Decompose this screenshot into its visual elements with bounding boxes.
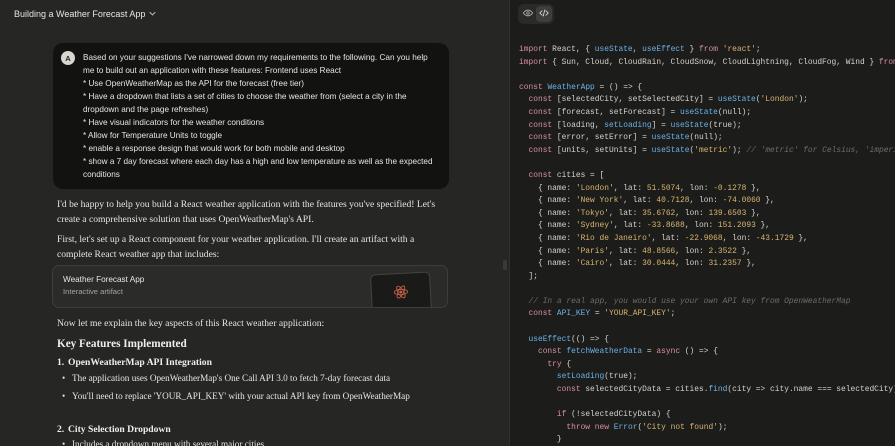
list-number: 1. <box>57 357 65 368</box>
preview-toggle-button[interactable] <box>520 6 536 22</box>
panel-resize-handle[interactable] <box>503 260 507 270</box>
user-message-line: * Have a dropdown that lists a set of ci… <box>83 92 407 114</box>
reply-paragraph: Now let me explain the key aspects of th… <box>57 318 325 329</box>
code-icon <box>539 5 549 23</box>
user-message-line: * enable a response design that would wo… <box>83 144 345 153</box>
user-message-line: * Use OpenWeatherMap as the API for the … <box>83 79 305 88</box>
code-block[interactable]: import React, { useState, useEffect } fr… <box>519 44 895 446</box>
code-line: { name: 'Rio de Janeiro', lat: -22.9068,… <box>519 233 808 243</box>
avatar: A <box>61 51 75 65</box>
code-line: } <box>519 435 562 445</box>
code-line: const [loading, setLoading] = useState(t… <box>528 120 742 130</box>
code-line: const fetchWeatherData = async () => { <box>537 347 718 357</box>
code-line: import { Sun, Cloud, CloudRain, CloudSno… <box>519 57 895 67</box>
user-message-line: * Allow for Temperature Units to toggle <box>83 131 223 140</box>
code-toggle-button[interactable] <box>536 6 552 22</box>
user-message-line: * show a 7 day forecast where each day h… <box>83 157 433 179</box>
chevron-down-icon <box>149 10 157 19</box>
code-line: ]; <box>519 271 538 281</box>
eye-icon <box>522 5 534 23</box>
list-item: Includes a dropdown menu with several ma… <box>62 438 432 446</box>
code-line: const [error, setError] = useState(null)… <box>528 133 723 143</box>
user-message: A Based on your suggestions I've narrowe… <box>53 43 449 189</box>
feature-title: OpenWeatherMap API Integration <box>68 357 212 368</box>
list-number: 2. <box>57 424 65 435</box>
feature-title: City Selection Dropdown <box>68 424 171 435</box>
user-message-line: * Have visual indicators for the weather… <box>83 118 265 127</box>
code-line: { name: 'Tokyo', lat: 35.6762, lon: 139.… <box>519 208 761 218</box>
code-line: { name: 'Cairo', lat: 30.0444, lon: 31.2… <box>519 259 756 269</box>
chat-panel: Building a Weather Forecast App A Based … <box>0 0 508 446</box>
react-atom-icon <box>392 283 409 305</box>
code-line: { name: 'New York', lat: 40.7128, lon: -… <box>519 196 775 206</box>
code-line: const selectedCityData = cities.find(cit… <box>556 385 895 395</box>
code-line: try { <box>547 359 572 369</box>
code-line: setLoading(true); <box>556 372 638 382</box>
code-line: const [units, setUnits] = useState('metr… <box>528 145 895 155</box>
feature-heading: 1. OpenWeatherMap API Integration <box>57 357 212 368</box>
code-line: { name: 'Sydney', lat: -33.8688, lon: 15… <box>519 221 771 231</box>
code-panel: import React, { useState, useEffect } fr… <box>509 0 895 446</box>
artifact-thumbnail <box>369 271 433 307</box>
code-line: const API_KEY = 'YOUR_API_KEY'; <box>528 309 676 319</box>
code-line: const cities = [ <box>528 170 605 180</box>
code-line: if (!selectedCityData) { <box>556 410 671 420</box>
code-line: // In a real app, you would use your own… <box>528 296 851 306</box>
artifact-card[interactable]: Weather Forecast App Interactive artifac… <box>52 265 448 308</box>
view-toggle <box>510 0 895 28</box>
code-line: const [forecast, setForecast] = useState… <box>528 107 752 117</box>
list-item: You'll need to replace 'YOUR_API_KEY' wi… <box>62 390 432 403</box>
code-line: throw new Error('City not found'); <box>566 422 728 432</box>
code-line: { name: 'London', lat: 51.5074, lon: -0.… <box>519 183 761 193</box>
code-line: { name: 'Paris', lat: 48.8566, lon: 2.35… <box>519 246 752 256</box>
user-message-line: Based on your suggestions I've narrowed … <box>83 53 428 75</box>
reply-paragraph: First, let's set up a React component fo… <box>57 234 415 260</box>
code-line: const WeatherApp = () => { <box>519 82 643 92</box>
feature-heading: 2. City Selection Dropdown <box>57 424 171 435</box>
section-heading: Key Features Implemented <box>57 338 187 350</box>
conversation-title-button[interactable]: Building a Weather Forecast App <box>0 0 508 28</box>
conversation-title: Building a Weather Forecast App <box>14 9 146 19</box>
code-line: const [selectedCity, setSelectedCity] = … <box>528 95 808 105</box>
reply-paragraph: I'd be happy to help you build a React w… <box>57 199 436 225</box>
code-line: useEffect(() => { <box>528 334 609 344</box>
list-item: The application uses OpenWeatherMap's On… <box>62 372 432 385</box>
code-line: import React, { useState, useEffect } fr… <box>519 45 761 54</box>
